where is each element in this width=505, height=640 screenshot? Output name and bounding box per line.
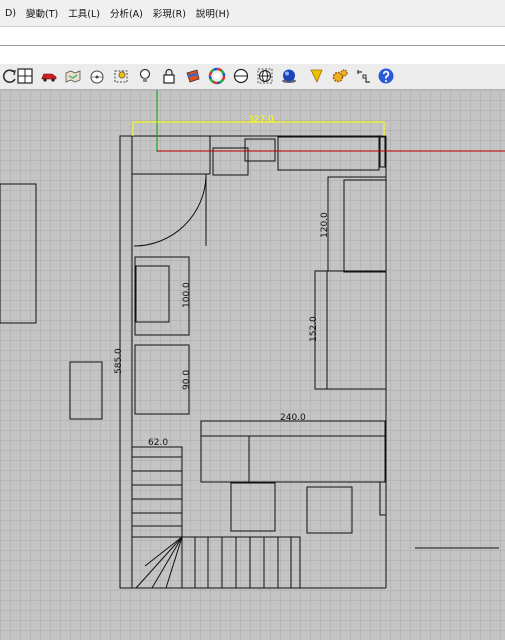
dimension-cabinet-lower: 90.0: [182, 370, 192, 390]
map-icon[interactable]: [63, 66, 83, 86]
blue-sphere-icon[interactable]: [279, 66, 299, 86]
menu-item-tools[interactable]: 工具(L): [63, 6, 105, 20]
sphere-icon[interactable]: [231, 66, 251, 86]
counter-top[interactable]: [200, 420, 386, 437]
box-left[interactable]: [230, 482, 276, 532]
command-area: [0, 26, 505, 65]
small-cabinet[interactable]: [69, 361, 103, 420]
car-icon[interactable]: [39, 66, 59, 86]
top-counter[interactable]: [277, 136, 380, 171]
dimension-counter-width: 240.0: [280, 413, 306, 423]
cabinet-lower[interactable]: [134, 344, 190, 415]
top-fixture-2[interactable]: [244, 138, 276, 162]
dimension-top-width: 327.0: [248, 115, 274, 125]
help-icon[interactable]: [376, 66, 396, 86]
dimension-right-lower: 152.0: [309, 316, 319, 342]
menu-item-draw[interactable]: D): [0, 8, 21, 19]
sphere-wire-icon[interactable]: [255, 66, 275, 86]
menu-item-analyze[interactable]: 分析(A): [105, 6, 148, 20]
cabinet-upper[interactable]: [134, 256, 190, 336]
right-unit-lower[interactable]: [314, 270, 387, 390]
drawing-viewport[interactable]: 327.0 585.0 100.0 90.0 120.0 152.0 240.0…: [0, 90, 505, 640]
menu-item-help[interactable]: 說明(H): [191, 6, 235, 20]
command-separator: [0, 45, 505, 46]
toolbar: [0, 64, 505, 90]
snap-icon[interactable]: [354, 66, 374, 86]
lightbulb-icon[interactable]: [135, 66, 155, 86]
box-right[interactable]: [306, 486, 353, 534]
bulb-frame-icon[interactable]: [111, 66, 131, 86]
left-furniture[interactable]: [0, 183, 37, 324]
door-swing: [133, 175, 207, 247]
menu-item-render[interactable]: 彩現(R): [148, 6, 191, 20]
target-icon[interactable]: [87, 66, 107, 86]
color-wheel-icon[interactable]: [207, 66, 227, 86]
warning-cone-icon[interactable]: [306, 66, 326, 86]
dimension-stair-width: 62.0: [148, 438, 168, 448]
gears-icon[interactable]: [330, 66, 350, 86]
floor-plan: 327.0 585.0 100.0 90.0 120.0 152.0 240.0…: [0, 90, 505, 589]
dimension-right-upper: 120.0: [320, 212, 330, 238]
staircase[interactable]: [131, 446, 183, 589]
lock-icon[interactable]: [159, 66, 179, 86]
dimension-cabinet-upper: 100.0: [182, 282, 192, 308]
four-viewports-icon[interactable]: [15, 66, 35, 86]
top-fixture-1[interactable]: [212, 147, 249, 176]
paint-bucket-icon[interactable]: [183, 66, 203, 86]
menu-item-transform[interactable]: 變動(T): [21, 6, 63, 20]
menu-bar: D) 變動(T) 工具(L) 分析(A) 彩現(R) 說明(H): [0, 0, 505, 26]
dimension-left-height: 585.0: [114, 348, 124, 374]
right-unit-upper[interactable]: [327, 176, 387, 272]
